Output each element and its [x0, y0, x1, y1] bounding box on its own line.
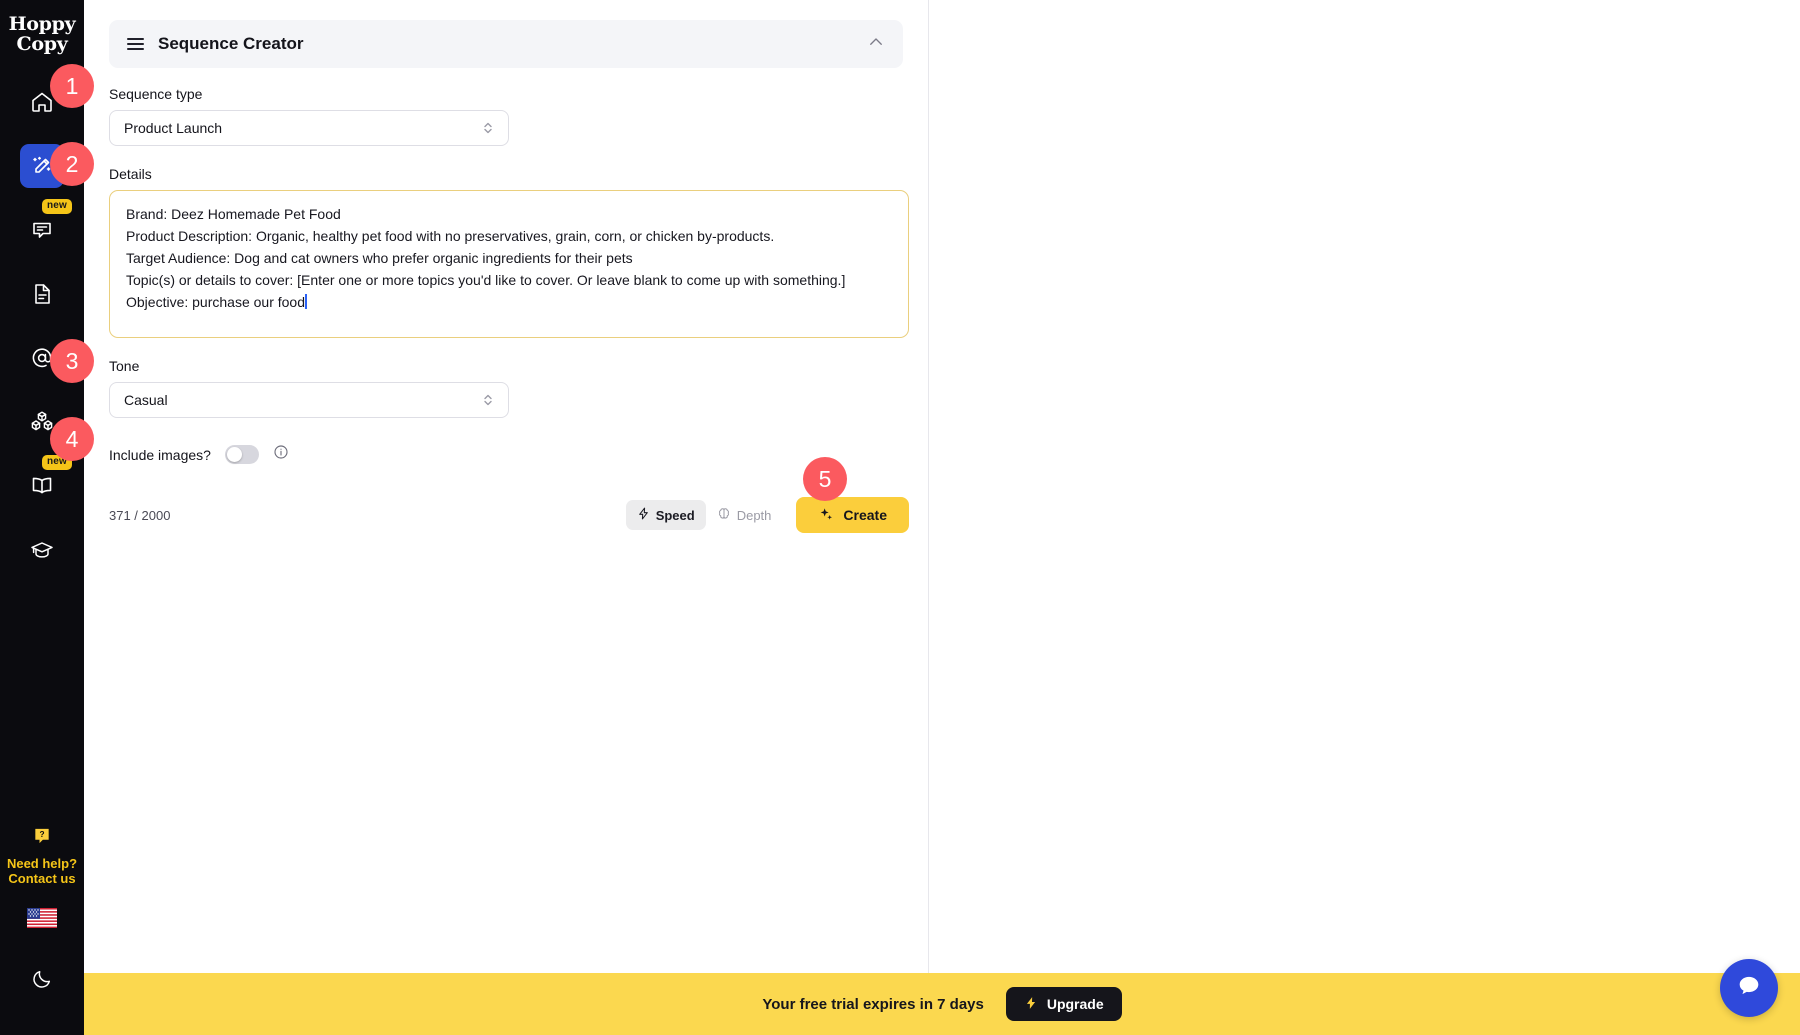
help-line-1: Need help?: [6, 856, 78, 871]
sidebar-item-library[interactable]: new: [20, 455, 72, 508]
chevron-updown-icon: [482, 120, 494, 136]
sequence-type-label: Sequence type: [109, 86, 203, 102]
at-sign-icon: [30, 346, 54, 370]
include-images-row: Include images?: [109, 444, 903, 465]
include-images-toggle[interactable]: [224, 445, 259, 464]
text-caret: [305, 294, 307, 309]
details-line: Topic(s) or details to cover: [Enter one…: [126, 272, 846, 288]
sequence-type-select[interactable]: Product Launch: [109, 110, 509, 146]
hamburger-icon[interactable]: [127, 38, 144, 50]
tone-value: Casual: [124, 392, 168, 408]
upgrade-button-label: Upgrade: [1046, 996, 1104, 1012]
sparkles-icon: [818, 506, 834, 525]
trial-banner-text: Your free trial expires in 7 days: [762, 995, 984, 1013]
sequence-type-value: Product Launch: [124, 120, 223, 136]
chat-widget-button[interactable]: [1720, 959, 1778, 1017]
details-line: Target Audience: Dog and cat owners who …: [126, 250, 633, 266]
upgrade-button[interactable]: Upgrade: [1005, 987, 1122, 1021]
chat-bubble-icon: [1735, 972, 1763, 1005]
lightning-icon: [637, 506, 650, 524]
chevron-updown-icon: [482, 392, 494, 408]
details-line: Brand: Deez Homemade Pet Food: [126, 206, 341, 222]
include-images-label: Include images?: [109, 446, 211, 463]
details-line: Product Description: Organic, healthy pe…: [126, 228, 775, 244]
details-label: Details: [109, 166, 152, 182]
chevron-up-icon[interactable]: [867, 33, 885, 56]
svg-text:?: ?: [39, 829, 44, 839]
sidebar-item-home[interactable]: [20, 80, 64, 124]
contact-support-link[interactable]: ? Need help? Contact us: [7, 826, 77, 908]
question-mark-icon: ?: [7, 826, 77, 849]
brain-icon: [717, 506, 731, 524]
book-icon: [29, 473, 55, 499]
chat-bubble-icon: [30, 218, 54, 242]
app-logo[interactable]: Hoppy Copy: [0, 0, 84, 70]
sidebar-nav: new new: [0, 70, 84, 582]
tone-label: Tone: [109, 358, 140, 374]
toggle-knob: [226, 447, 242, 462]
editor-panel: Rewrite Continue Shorten: [929, 0, 1800, 1035]
sidebar-item-academy[interactable]: [20, 528, 64, 572]
logo-line-1: Hoppy: [8, 13, 76, 35]
sidebar-item-email[interactable]: [20, 336, 64, 380]
sequence-form: Sequence type Product Launch Details Bra…: [84, 68, 928, 533]
panel-title: Sequence Creator: [158, 34, 304, 53]
mode-speed-button[interactable]: Speed: [625, 500, 706, 530]
details-line-text: Objective: purchase our food: [126, 294, 305, 310]
form-actions: 371 / 2000 Speed Depth Create: [109, 497, 909, 533]
sidebar-item-ai-writer[interactable]: [20, 144, 64, 188]
info-icon[interactable]: [273, 444, 289, 465]
new-badge: new: [41, 455, 72, 470]
mode-depth-button[interactable]: Depth: [706, 500, 783, 530]
logo-line-2: Copy: [16, 33, 68, 55]
document-icon: [30, 282, 54, 306]
graduation-cap-icon: [29, 537, 55, 563]
mode-speed-label: Speed: [655, 507, 695, 523]
details-line-last: Objective: purchase our food: [126, 291, 892, 313]
create-button[interactable]: Create: [796, 497, 909, 533]
sidebar-item-documents[interactable]: [20, 272, 64, 316]
blocks-icon: [29, 409, 55, 435]
details-textarea[interactable]: Brand: Deez Homemade Pet Food Product De…: [109, 190, 909, 338]
mode-depth-label: Depth: [736, 507, 772, 523]
moon-icon[interactable]: [31, 968, 53, 995]
app-root: Hoppy Copy new new ? Need help? Contact …: [0, 0, 1800, 1035]
new-badge: new: [41, 199, 72, 214]
trial-banner: Your free trial expires in 7 days Upgrad…: [84, 973, 1800, 1035]
panel-header[interactable]: Sequence Creator: [109, 20, 903, 68]
sidebar: Hoppy Copy new new ? Need help? Contact …: [0, 0, 84, 1035]
tone-select[interactable]: Casual: [109, 382, 509, 418]
lightning-icon: [1024, 995, 1038, 1014]
magic-wand-icon: [30, 154, 54, 178]
help-line-2: Contact us: [8, 871, 76, 886]
sequence-creator-panel: Sequence Creator Sequence type Product L…: [84, 0, 929, 1035]
create-button-label: Create: [843, 507, 887, 523]
us-flag-icon[interactable]: [27, 908, 57, 928]
character-counter: 371 / 2000: [109, 507, 171, 523]
sidebar-item-chat[interactable]: new: [20, 199, 72, 252]
home-icon: [30, 90, 54, 114]
sidebar-item-templates[interactable]: [20, 400, 64, 444]
